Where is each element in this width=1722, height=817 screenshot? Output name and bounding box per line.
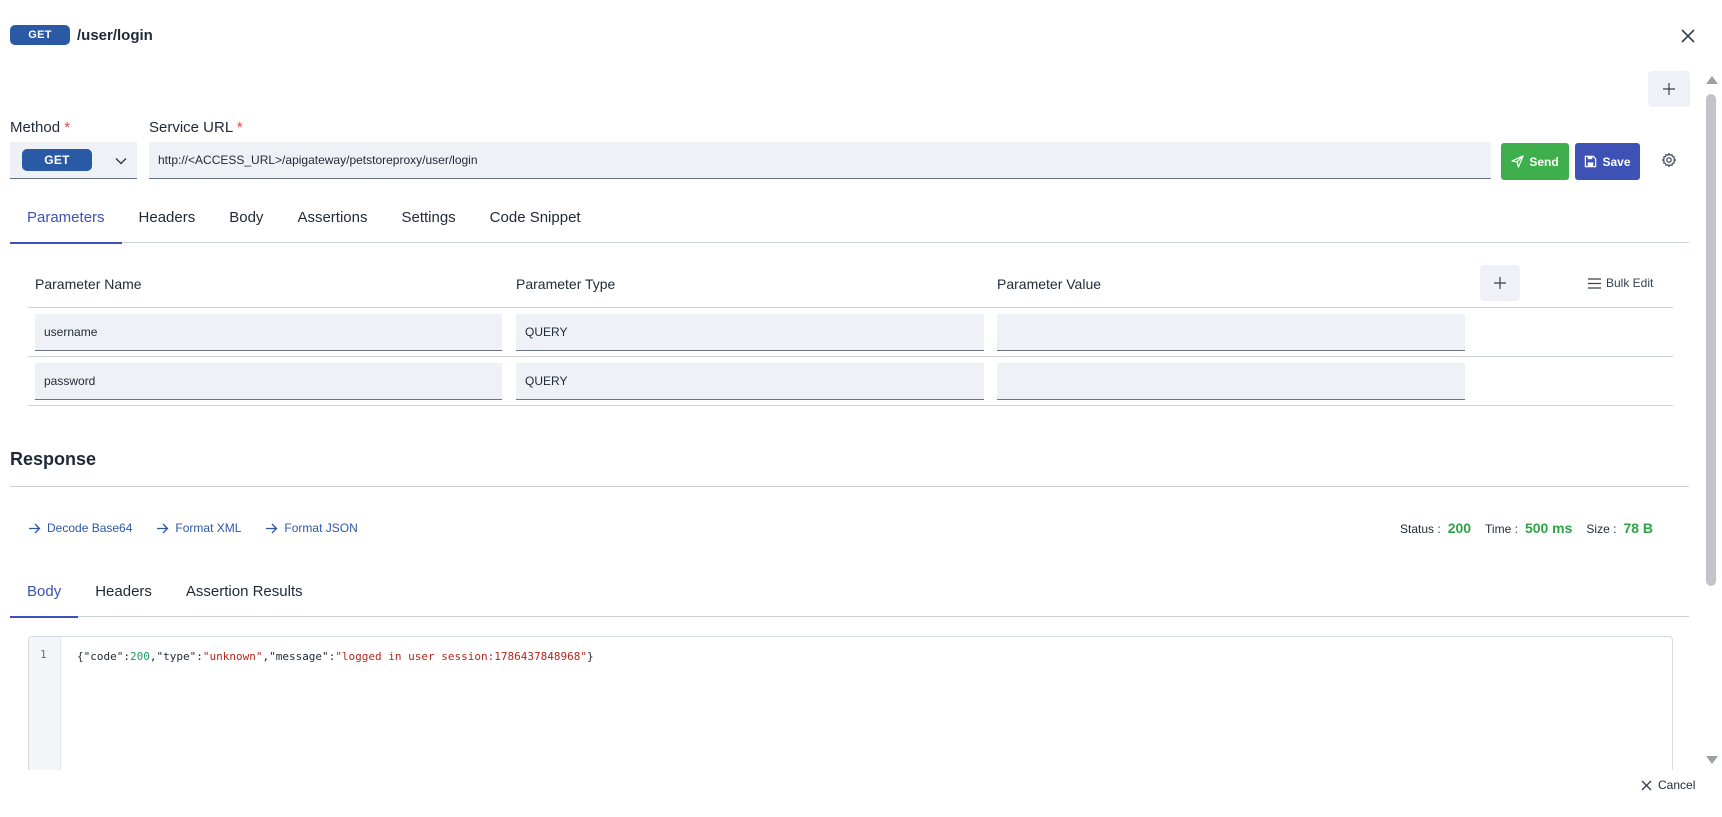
arrow-right-icon [266, 523, 278, 533]
close-icon [1641, 780, 1652, 790]
format-json-label: Format JSON [284, 521, 358, 535]
send-button[interactable]: Send [1501, 143, 1569, 180]
tab-assertion-results[interactable]: Assertion Results [169, 576, 320, 617]
method-label: Method * [10, 119, 70, 136]
scroll-thumb[interactable] [1706, 94, 1716, 586]
line-gutter: 1 [29, 637, 61, 770]
url-label: Service URL * [149, 119, 243, 136]
service-url-input[interactable] [149, 142, 1491, 179]
method-label-text: Method [10, 119, 61, 136]
tab-parameters[interactable]: Parameters [10, 202, 122, 244]
url-label-text: Service URL [149, 119, 233, 136]
response-tabs: Body Headers Assertion Results [10, 576, 1689, 618]
tab-code-snippet[interactable]: Code Snippet [473, 202, 598, 243]
send-label: Send [1529, 154, 1559, 169]
tab-body[interactable]: Body [212, 202, 280, 243]
request-tabs: Parameters Headers Body Assertions Setti… [10, 202, 1689, 244]
method-select-value: GET [22, 149, 92, 171]
gear-icon[interactable] [1661, 152, 1677, 168]
request-path: /user/login [77, 26, 153, 44]
format-xml-link[interactable]: Format XML [156, 521, 241, 535]
size-value: 78 B [1623, 520, 1654, 536]
chevron-down-icon [115, 157, 127, 165]
decode-base64-label: Decode Base64 [47, 521, 133, 535]
code-token-number: 200 [129, 650, 150, 663]
param-value-field[interactable] [997, 363, 1465, 400]
add-parameter-button[interactable] [1480, 265, 1520, 301]
line-number: 1 [40, 648, 47, 661]
cancel-button[interactable]: Cancel [1641, 778, 1695, 792]
required-mark: * [236, 119, 243, 136]
vertical-scrollbar[interactable] [1704, 76, 1718, 764]
response-body-editor[interactable]: 1 {"code":200,"type":"unknown","message"… [28, 636, 1673, 770]
method-badge: GET [10, 25, 70, 45]
code-token-string: "logged in user session:1786437848968" [335, 650, 587, 663]
save-icon [1585, 155, 1597, 168]
column-header-type: Parameter Type [516, 276, 616, 292]
decode-base64-link[interactable]: Decode Base64 [28, 521, 132, 535]
cancel-label: Cancel [1658, 778, 1696, 792]
required-mark: * [64, 119, 71, 136]
scroll-up-arrow-icon[interactable] [1706, 76, 1718, 84]
table-row: username QUERY [28, 308, 1673, 357]
request-header: GET /user/login [10, 25, 153, 45]
code-token-string: "unknown" [202, 650, 263, 663]
time-value: 500 ms [1524, 520, 1573, 536]
response-title: Response [10, 449, 97, 469]
tab-settings[interactable]: Settings [384, 202, 472, 243]
plus-icon [1663, 83, 1675, 95]
param-name-field[interactable]: username [35, 314, 502, 351]
add-button[interactable] [1648, 71, 1690, 107]
parameters-table: Parameter Name Parameter Type Parameter … [28, 264, 1673, 406]
response-actions: Decode Base64 Format XML Format JSON [28, 521, 358, 535]
param-type-field[interactable]: QUERY [516, 363, 984, 400]
tab-response-body[interactable]: Body [10, 576, 79, 618]
size-label: Size : [1586, 522, 1617, 536]
table-header: Parameter Name Parameter Type Parameter … [28, 264, 1673, 308]
format-json-link[interactable]: Format JSON [265, 521, 358, 535]
code-token: ,"type": [149, 650, 203, 663]
tab-headers[interactable]: Headers [122, 202, 213, 243]
code-token: {"code": [77, 650, 130, 663]
close-icon[interactable] [1678, 26, 1698, 46]
column-header-value: Parameter Value [997, 276, 1102, 292]
save-label: Save [1602, 154, 1631, 169]
param-type-field[interactable]: QUERY [516, 314, 984, 351]
column-header-name: Parameter Name [35, 276, 142, 292]
plus-icon [1494, 277, 1506, 289]
method-select[interactable]: GET [10, 142, 137, 179]
code-token: } [586, 650, 594, 663]
table-row: password QUERY [28, 357, 1673, 406]
param-name-field[interactable]: password [35, 363, 502, 400]
arrow-right-icon [29, 523, 41, 533]
response-stats: Status : 200 Time : 500 ms Size : 78 B [1400, 520, 1653, 536]
param-value-field[interactable] [997, 314, 1465, 351]
status-label: Status : [1400, 522, 1441, 536]
format-xml-label: Format XML [175, 521, 242, 535]
bulk-edit-label: Bulk Edit [1606, 276, 1654, 290]
arrow-right-icon [157, 523, 169, 533]
menu-icon [1588, 277, 1601, 289]
bulk-edit-button[interactable]: Bulk Edit [1588, 276, 1653, 290]
scroll-down-arrow-icon[interactable] [1706, 756, 1718, 764]
tab-response-headers[interactable]: Headers [78, 576, 169, 617]
divider [10, 486, 1689, 487]
response-body-code: {"code":200,"type":"unknown","message":"… [77, 650, 594, 663]
send-icon [1511, 155, 1525, 168]
save-button[interactable]: Save [1575, 143, 1640, 180]
code-token: ,"message": [262, 650, 336, 663]
tab-assertions[interactable]: Assertions [280, 202, 384, 243]
time-label: Time : [1485, 522, 1518, 536]
status-value: 200 [1447, 520, 1472, 536]
